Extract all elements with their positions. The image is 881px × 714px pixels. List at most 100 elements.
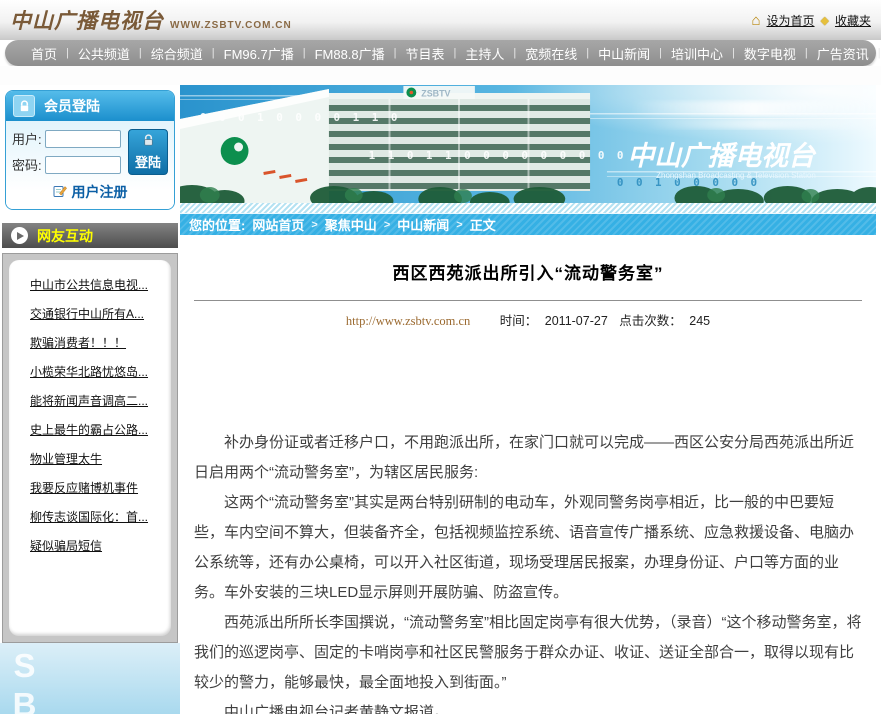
login-button[interactable]: 登陆 bbox=[128, 129, 168, 175]
site-logo: 中山广播电视台 WWW.ZSBTV.COM.CN bbox=[10, 5, 292, 35]
nav-item-program-guide[interactable]: 节目表 bbox=[406, 44, 445, 63]
nav-separator: | bbox=[659, 47, 662, 59]
diamond-icon: ◆ bbox=[821, 14, 829, 27]
article-meta: http://www.zsbtv.com.cn 时间： 2011-07-27 点… bbox=[194, 310, 862, 329]
banner-station-name: 中山广播电视台 bbox=[627, 141, 817, 172]
login-box: 会员登陆 用户: 密码: bbox=[5, 90, 175, 210]
nav-separator: | bbox=[454, 47, 457, 59]
nav-separator: | bbox=[513, 47, 516, 59]
sidebar-link[interactable]: 小榄荣华北路忧悠岛... bbox=[30, 362, 163, 382]
article-paragraph: 中山广播电视台记者黄静文报道。 bbox=[194, 698, 862, 714]
article-paragraph: 这两个“流动警务室”其实是两台特别研制的电动车，外观同警务岗亭相近，比一般的中巴… bbox=[194, 488, 862, 608]
article-title: 西区西苑派出所引入“流动警务室” bbox=[194, 259, 862, 284]
article-paragraph: 西苑派出所所长李国撰说，“流动警务室”相比固定岗亭有很大优势，（录音）“这个移动… bbox=[194, 608, 862, 698]
logo-text: 中山广播电视台 bbox=[10, 5, 164, 35]
lock-icon bbox=[13, 95, 35, 117]
home-icon: ⌂ bbox=[751, 13, 760, 28]
top-spacer bbox=[0, 66, 881, 85]
source-url[interactable]: http://www.zsbtv.com.cn bbox=[346, 314, 470, 328]
sidebar-link[interactable]: 能将新闻声音调高二... bbox=[30, 391, 163, 411]
nav-separator: | bbox=[394, 47, 397, 59]
hits-label: 点击次数： bbox=[619, 314, 682, 328]
nav-separator: | bbox=[212, 47, 215, 59]
watermark-text: SBT bbox=[0, 643, 44, 714]
breadcrumb-separator: > bbox=[456, 219, 462, 231]
title-divider bbox=[194, 300, 862, 301]
sidebar-link[interactable]: 我要反应赌博机事件 bbox=[30, 478, 163, 498]
sidebar-link[interactable]: 中山市公共信息电视... bbox=[30, 275, 163, 295]
wall-logo-icon bbox=[221, 137, 249, 165]
nav-item-training-center[interactable]: 培训中心 bbox=[671, 44, 723, 63]
password-input[interactable] bbox=[45, 156, 121, 174]
banner-binary-1: 0 0 0 1 0 0 0 0 1 1 0 bbox=[200, 111, 401, 124]
register-link[interactable]: 用户注册 bbox=[12, 182, 168, 202]
set-home-link[interactable]: 设为首页 bbox=[767, 12, 815, 29]
banner-image: ZSBTV 0 0 0 bbox=[180, 85, 876, 203]
breadcrumb-item-home[interactable]: 网站首页 bbox=[252, 215, 304, 234]
page: 中山广播电视台 WWW.ZSBTV.COM.CN ⌂ 设为首页 ◆ 收藏夹 首页… bbox=[0, 0, 881, 714]
nav-item-home[interactable]: 首页 bbox=[31, 44, 57, 63]
nav-item-broadband-online[interactable]: 宽频在线 bbox=[525, 44, 577, 63]
time-value: 2011-07-27 bbox=[545, 314, 608, 328]
nav-item-ad-info[interactable]: 广告资讯 bbox=[817, 44, 869, 63]
sidebar-watermark: SBT bbox=[0, 643, 180, 714]
nav-separator: | bbox=[878, 47, 881, 59]
login-header: 会员登陆 bbox=[6, 91, 174, 121]
main-nav: 首页 | 公共频道 | 综合频道 | FM96.7广播 | FM88.8广播 | 节目表 |… bbox=[5, 40, 876, 66]
breadcrumb-item-article[interactable]: 正文 bbox=[470, 215, 496, 234]
breadcrumb-item-news[interactable]: 中山新闻 bbox=[397, 215, 449, 234]
breadcrumb-separator: > bbox=[384, 219, 390, 231]
nav-item-public-channel[interactable]: 公共频道 bbox=[78, 44, 130, 63]
favorites-link[interactable]: 收藏夹 bbox=[835, 12, 871, 29]
nav-item-hosts[interactable]: 主持人 bbox=[465, 44, 504, 63]
header-quicklinks: ⌂ 设为首页 ◆ 收藏夹 bbox=[751, 12, 871, 29]
login-button-label: 登陆 bbox=[135, 152, 161, 171]
login-button-lock-icon bbox=[142, 134, 155, 150]
nav-separator: | bbox=[805, 47, 808, 59]
register-label: 用户注册 bbox=[72, 182, 128, 202]
sidebar-link[interactable]: 交通银行中山所有A... bbox=[30, 304, 163, 324]
nav-separator: | bbox=[732, 47, 735, 59]
article-paragraph: 补办身份证或者迁移户口，不用跑派出所，在家门口就可以完成——西区公安分局西苑派出… bbox=[194, 428, 862, 488]
hits-value: 245 bbox=[689, 314, 710, 328]
breadcrumb-prefix: 您的位置: bbox=[189, 215, 245, 234]
nav-item-digital-tv[interactable]: 数字电视 bbox=[744, 44, 796, 63]
nav-separator: | bbox=[139, 47, 142, 59]
time-label: 时间： bbox=[500, 314, 538, 328]
nav-item-fm967[interactable]: FM96.7广播 bbox=[224, 44, 294, 63]
article: 西区西苑派出所引入“流动警务室” http://www.zsbtv.com.cn… bbox=[180, 235, 876, 714]
article-body: 补办身份证或者迁移户口，不用跑派出所，在家门口就可以完成——西区公安分局西苑派出… bbox=[194, 428, 862, 714]
sidebar-link[interactable]: 物业管理太牛 bbox=[30, 449, 163, 469]
password-label: 密码: bbox=[12, 155, 42, 174]
register-icon bbox=[53, 184, 67, 201]
nav-item-fm888[interactable]: FM88.8广播 bbox=[315, 44, 385, 63]
banner-building: ZSBTV bbox=[327, 86, 590, 191]
username-label: 用户: bbox=[12, 129, 42, 148]
nav-item-zhongshan-news[interactable]: 中山新闻 bbox=[598, 44, 650, 63]
nav-separator: | bbox=[303, 47, 306, 59]
nav-item-general-channel[interactable]: 综合频道 bbox=[151, 44, 203, 63]
hatch-divider bbox=[180, 203, 876, 213]
breadcrumb: 您的位置: 网站首页 > 聚焦中山 > 中山新闻 > 正文 bbox=[180, 213, 876, 235]
nav-separator: | bbox=[66, 47, 69, 59]
sidebar-links-panel: 中山市公共信息电视... 交通银行中山所有A... 欺骗消费者！！！ 小榄荣华北… bbox=[2, 253, 178, 643]
sidebar-link[interactable]: 欺骗消费者！！！ bbox=[30, 333, 163, 353]
site-header: 中山广播电视台 WWW.ZSBTV.COM.CN ⌂ 设为首页 ◆ 收藏夹 bbox=[0, 0, 881, 40]
sidebar-link[interactable]: 史上最牛的霸占公路... bbox=[30, 420, 163, 440]
breadcrumb-item-focus[interactable]: 聚焦中山 bbox=[325, 215, 377, 234]
nav-separator: | bbox=[586, 47, 589, 59]
interact-header: 网友互动 bbox=[2, 223, 178, 248]
interact-title: 网友互动 bbox=[37, 226, 93, 246]
arrow-icon bbox=[11, 227, 28, 244]
banner-station-name-en: Zhongshan Broadcasting & Television Stat… bbox=[656, 171, 816, 180]
username-input[interactable] bbox=[45, 130, 121, 148]
sidebar-link[interactable]: 柳传志谈国际化：首... bbox=[30, 507, 163, 527]
breadcrumb-separator: > bbox=[311, 219, 317, 231]
building-sign-text: ZSBTV bbox=[421, 88, 450, 98]
logo-url: WWW.ZSBTV.COM.CN bbox=[170, 20, 292, 31]
banner-binary-2: 1 1 0 1 1 0 0 0 0 0 0 0 0 0 bbox=[369, 149, 627, 162]
sidebar: 会员登陆 用户: 密码: bbox=[0, 85, 180, 714]
login-title: 会员登陆 bbox=[44, 96, 100, 116]
login-body: 用户: 密码: 登陆 bbox=[6, 121, 174, 209]
sidebar-link[interactable]: 疑似骗局短信 bbox=[30, 536, 163, 556]
